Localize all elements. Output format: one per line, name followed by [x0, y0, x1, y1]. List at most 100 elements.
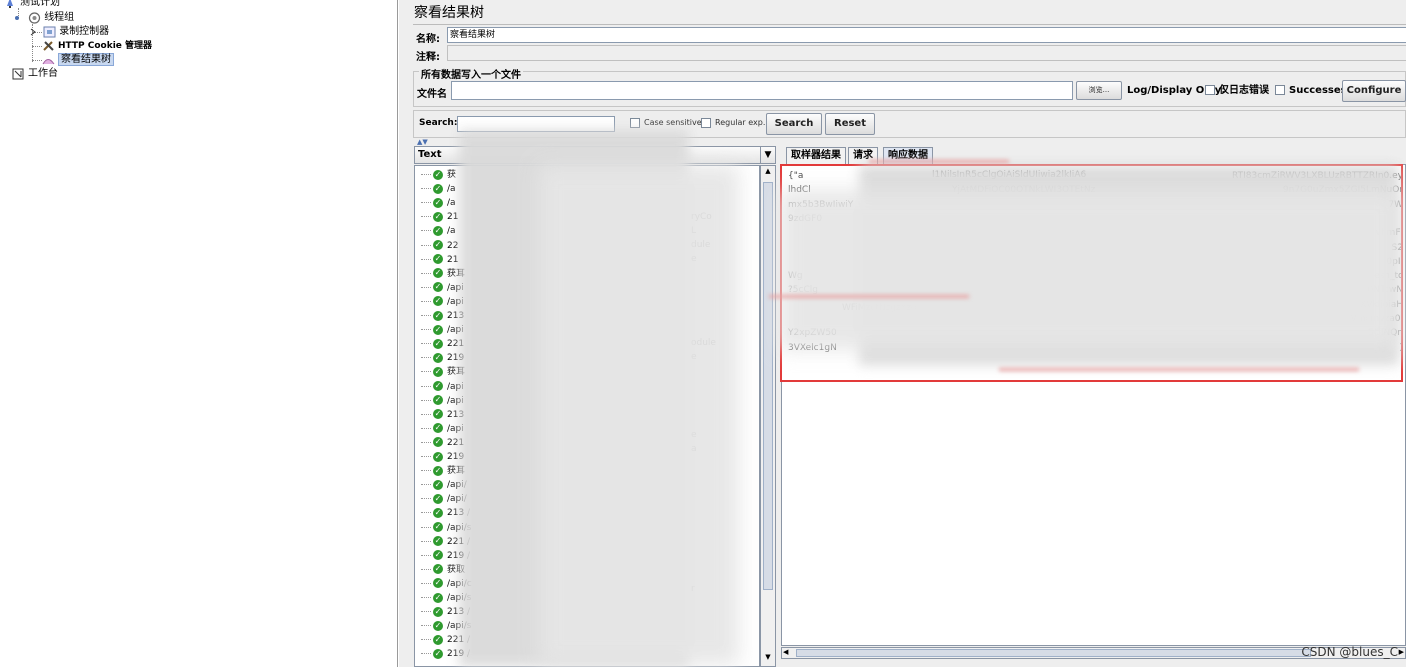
- tree-connector: [421, 484, 431, 486]
- list-item[interactable]: ✓ 22: [415, 239, 458, 253]
- list-item[interactable]: ✓ /a: [415, 224, 456, 238]
- test-plan-tree: 测试计划 线程组 录制控制器 HTTP Cookie 管理器 察看结果树 工作台: [0, 0, 398, 667]
- list-item[interactable]: ✓/api: [415, 281, 464, 295]
- list-item[interactable]: ✓ 219: [415, 450, 464, 464]
- tree-connector: [421, 272, 431, 274]
- tree-connector: [421, 371, 431, 373]
- search-button[interactable]: Search: [766, 113, 822, 135]
- tree-connector: [421, 174, 431, 175]
- checkbox-box[interactable]: [701, 117, 711, 128]
- title-divider: [413, 24, 1406, 25]
- list-item[interactable]: ✓ 获取: [415, 563, 465, 577]
- tree-connector: [421, 554, 431, 556]
- success-shield-icon: ✓: [433, 451, 443, 462]
- scrollbar-thumb[interactable]: [796, 649, 1311, 657]
- success-shield-icon: ✓: [433, 479, 443, 490]
- panel-title: 察看结果树: [414, 5, 484, 21]
- list-item-label: 获: [447, 170, 457, 180]
- list-item[interactable]: ✓ 21: [415, 253, 458, 267]
- list-item[interactable]: ✓ 获: [415, 168, 456, 182]
- list-item[interactable]: ✓/api: [415, 323, 464, 337]
- success-shield-icon: ✓: [433, 225, 443, 236]
- tree-connector: [421, 216, 431, 218]
- thread-group-icon: [28, 12, 41, 24]
- tree-item-workbench[interactable]: 工作台: [12, 67, 58, 81]
- success-shield-icon: ✓: [433, 352, 443, 363]
- success-shield-icon: ✓: [433, 634, 443, 645]
- tree-item-cookie-manager[interactable]: HTTP Cookie 管理器: [42, 39, 152, 53]
- tree-item-label: 工作台: [28, 68, 58, 79]
- browse-button[interactable]: 浏览...: [1076, 81, 1122, 100]
- scroll-left-icon[interactable]: ◀: [783, 648, 788, 656]
- workbench-icon: [12, 68, 25, 80]
- tree-connector: [421, 653, 431, 655]
- list-item[interactable]: ✓/api: [415, 422, 464, 436]
- success-shield-icon: ✓: [433, 310, 443, 321]
- successes-checkbox[interactable]: Successes: [1275, 84, 1347, 98]
- errors-only-checkbox[interactable]: 仅日志错误: [1205, 84, 1269, 98]
- chevron-down-icon[interactable]: ▼: [760, 146, 776, 164]
- name-field[interactable]: 察看结果树: [447, 27, 1406, 43]
- tree-connector: [421, 582, 431, 584]
- scroll-right-icon[interactable]: ▶: [1399, 648, 1404, 656]
- checkbox-box[interactable]: [630, 117, 640, 128]
- scrollbar-thumb[interactable]: [763, 182, 773, 590]
- tree-connector: [421, 315, 431, 316]
- tree-item-test-plan[interactable]: 测试计划: [4, 0, 60, 10]
- comment-field[interactable]: [447, 45, 1406, 61]
- list-item[interactable]: ✓ 213: [415, 309, 464, 323]
- success-shield-icon: ✓: [433, 564, 443, 575]
- scroll-up-icon[interactable]: ▲: [762, 167, 774, 179]
- filename-input[interactable]: [451, 81, 1073, 100]
- reset-button[interactable]: Reset: [825, 113, 875, 135]
- tree-connector: [421, 526, 431, 528]
- list-item[interactable]: ✓ 21: [415, 210, 458, 224]
- list-item[interactable]: ✓ 219: [415, 351, 464, 365]
- list-item[interactable]: ✓ 获耳: [415, 365, 465, 379]
- filename-label: 文件名: [417, 89, 447, 100]
- success-shield-icon: ✓: [433, 282, 443, 293]
- checkbox-box[interactable]: [1205, 85, 1215, 95]
- configure-button[interactable]: Configure: [1342, 80, 1406, 102]
- expand-toggle-icon[interactable]: [14, 12, 22, 24]
- regex-checkbox[interactable]: Regular exp.: [701, 116, 765, 130]
- list-item[interactable]: ✓ 221: [415, 337, 464, 351]
- results-tree-panel: 察看结果树 名称: 察看结果树 注释: 所有数据写入一个文件 文件名 浏览...…: [399, 0, 1406, 667]
- list-item[interactable]: ✓ /a: [415, 182, 456, 196]
- list-item[interactable]: ✓/api: [415, 380, 464, 394]
- list-item-label: 21: [447, 254, 459, 265]
- tree-connector: [421, 540, 431, 542]
- list-item-label: /a: [447, 198, 456, 209]
- list-item[interactable]: ✓/api: [415, 295, 464, 309]
- cookie-manager-icon: [42, 40, 55, 52]
- tab-sampler-result[interactable]: 取样器结果: [786, 147, 846, 164]
- regex-label: Regular exp.: [715, 118, 766, 127]
- tree-connector: [421, 202, 431, 204]
- case-sensitive-label: Case sensitive: [644, 118, 702, 127]
- list-item[interactable]: ✓ /a: [415, 196, 456, 210]
- success-shield-icon: ✓: [433, 211, 443, 222]
- list-item[interactable]: ✓ 获耳: [415, 464, 465, 478]
- redaction-stroke: [999, 368, 1359, 371]
- case-sensitive-checkbox[interactable]: Case sensitive: [630, 116, 702, 130]
- tree-item-recording-controller[interactable]: 录制控制器: [29, 25, 109, 39]
- split-handle-icon[interactable]: ▲▼: [417, 138, 428, 146]
- list-item[interactable]: ✓/api: [415, 394, 464, 408]
- tree-item-thread-group[interactable]: 线程组: [14, 11, 74, 25]
- success-shield-icon: ✓: [433, 550, 443, 561]
- recording-controller-icon: [43, 26, 56, 38]
- success-shield-icon: ✓: [433, 240, 443, 250]
- list-item[interactable]: ✓ 221: [415, 436, 464, 450]
- tree-connector: [421, 441, 431, 443]
- success-shield-icon: ✓: [433, 606, 443, 617]
- success-shield-icon: ✓: [433, 338, 443, 349]
- tree-item-results-tree[interactable]: 察看结果树: [42, 53, 114, 67]
- list-item[interactable]: ✓ 获耳: [415, 267, 465, 281]
- scroll-down-icon[interactable]: ▼: [762, 653, 774, 665]
- success-shield-icon: ✓: [433, 296, 443, 307]
- list-scrollbar[interactable]: ▲ ▼: [760, 165, 776, 667]
- success-shield-icon: ✓: [433, 423, 443, 434]
- list-item[interactable]: ✓ 213: [415, 408, 464, 422]
- expand-toggle-icon[interactable]: [29, 26, 37, 38]
- checkbox-box[interactable]: [1275, 85, 1285, 95]
